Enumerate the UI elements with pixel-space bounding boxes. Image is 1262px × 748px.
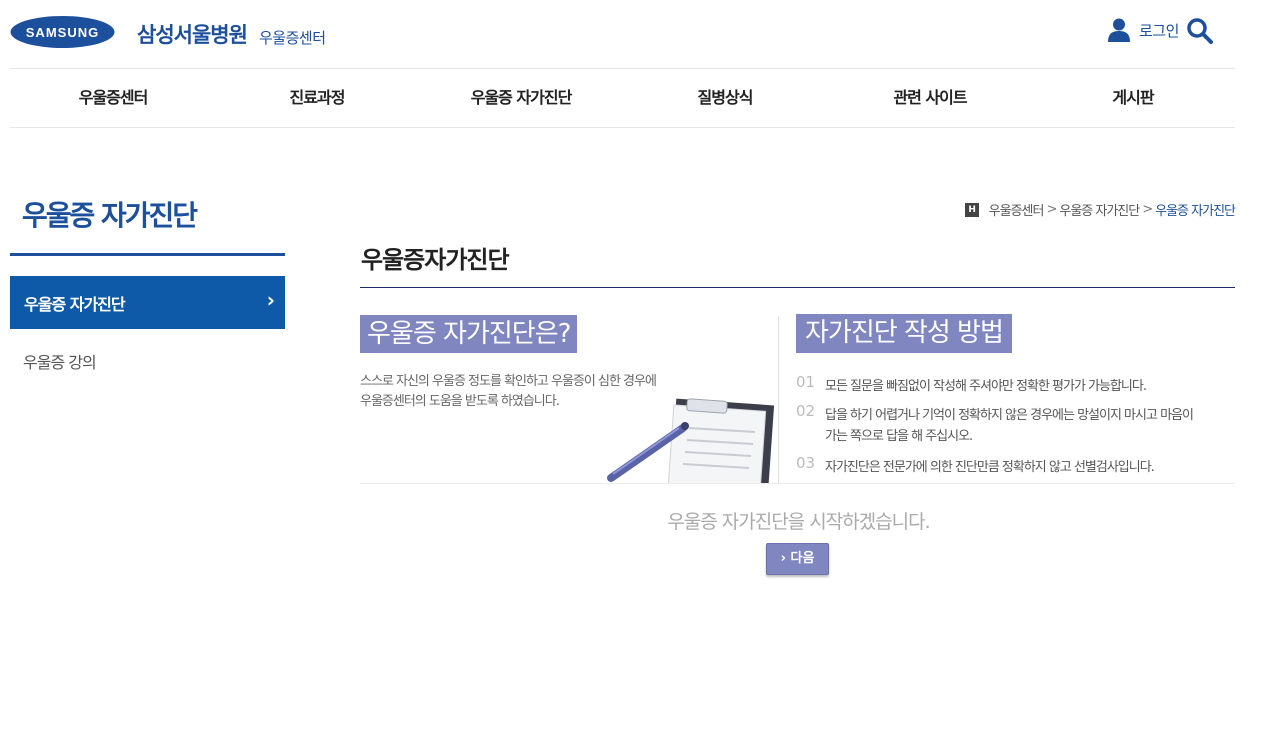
start-message: 우울증 자가진단을 시작하겠습니다. bbox=[667, 511, 930, 533]
nav-item-board[interactable]: 게시판 bbox=[1112, 69, 1154, 127]
home-icon[interactable]: H bbox=[964, 202, 979, 217]
step-number: 02 bbox=[796, 402, 816, 420]
login-link[interactable]: 로그인 bbox=[1108, 18, 1179, 42]
step-number: 03 bbox=[796, 454, 816, 472]
nav-item-depression-center[interactable]: 우울증센터 bbox=[79, 69, 149, 127]
center-name[interactable]: 우울증센터 bbox=[259, 27, 326, 48]
step-text: 답을 하기 어렵거나 기억이 정확하지 않은 경우에는 망설이지 마시고 마음이 bbox=[825, 408, 1194, 423]
title-divider bbox=[360, 287, 1235, 288]
next-button-label: 다음 bbox=[790, 551, 815, 566]
breadcrumb-separator: > bbox=[1046, 202, 1057, 217]
nav-item-disease-info[interactable]: 질병상식 bbox=[698, 69, 754, 127]
breadcrumb-item[interactable]: 우울증 자가진단 bbox=[1059, 200, 1140, 219]
breadcrumb-item[interactable]: 우울증센터 bbox=[989, 200, 1045, 219]
hospital-name[interactable]: 삼성서울병원 bbox=[137, 19, 248, 49]
nav-item-treatment-process[interactable]: 진료과정 bbox=[290, 69, 346, 127]
sidebar-divider bbox=[10, 253, 285, 256]
nav-item-self-diagnosis[interactable]: 우울증 자가진단 bbox=[471, 69, 573, 127]
method-heading: 자가진단 작성 방법 bbox=[796, 314, 1012, 353]
breadcrumb: H 우울증센터 > 우울증 자가진단 > 우울증 자가진단 bbox=[964, 200, 1236, 219]
search-icon[interactable] bbox=[1186, 17, 1214, 45]
section-divider bbox=[778, 316, 779, 483]
user-icon bbox=[1108, 18, 1130, 42]
sidebar-item-self-diagnosis[interactable]: 우울증 자가진단 › bbox=[10, 276, 285, 329]
step-text: 자가진단은 전문가에 의한 진단만큼 정확하지 않고 선별검사입니다. bbox=[825, 460, 1155, 475]
sidebar-item-label: 우울증 자가진단 bbox=[24, 295, 126, 314]
samsung-logo[interactable]: SAMSUNG bbox=[10, 15, 115, 49]
content-bottom-divider bbox=[360, 483, 1235, 484]
breadcrumb-separator: > bbox=[1142, 202, 1153, 217]
next-button[interactable]: › 다음 bbox=[766, 543, 829, 575]
intro-text-line: 스스로 자신의 우울증 정도를 확인하고 우울증이 심한 경우에 bbox=[360, 374, 657, 389]
intro-text-line: 우울증센터의 도움을 받도록 하였습니다. bbox=[360, 394, 560, 409]
page-title: 우울증자가진단 bbox=[361, 246, 510, 274]
sidebar-title: 우울증 자가진단 bbox=[22, 199, 198, 232]
chevron-right-icon: › bbox=[266, 288, 275, 312]
login-label: 로그인 bbox=[1139, 21, 1179, 40]
intro-heading: 우울증 자가진단은? bbox=[360, 315, 578, 353]
chevron-right-icon: › bbox=[780, 551, 786, 566]
step-text: 모든 질문을 빠짐없이 작성해 주셔야만 정확한 평가가 가능합니다. bbox=[825, 379, 1147, 394]
nav-item-related-sites[interactable]: 관련 사이트 bbox=[893, 69, 967, 127]
clipboard-pen-illustration bbox=[607, 398, 775, 484]
step-text: 가는 쪽으로 답을 해 주십시오. bbox=[825, 429, 973, 444]
header: SAMSUNG 삼성서울병원 우울증센터 로그인 bbox=[0, 0, 1262, 68]
breadcrumb-current: 우울증 자가진단 bbox=[1155, 204, 1236, 219]
step-number: 01 bbox=[796, 373, 816, 391]
main-nav: 우울증센터 진료과정 우울증 자가진단 질병상식 관련 사이트 게시판 bbox=[10, 68, 1235, 128]
samsung-logo-text: SAMSUNG bbox=[26, 25, 99, 40]
sidebar-item-lecture[interactable]: 우울증 강의 bbox=[23, 349, 97, 373]
